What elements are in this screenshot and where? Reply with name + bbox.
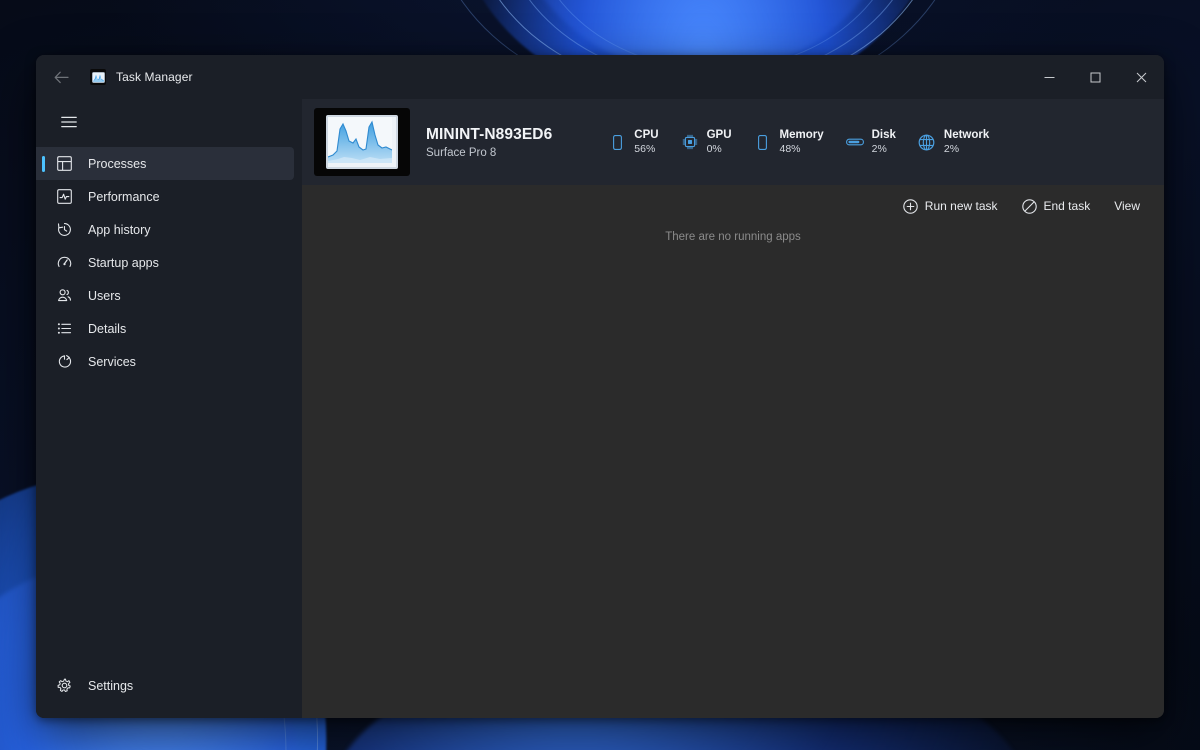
end-task-label: End task [1044, 199, 1091, 213]
run-new-task-label: Run new task [925, 199, 998, 213]
metric-cpu[interactable]: CPU 56% [608, 129, 658, 155]
metric-label: Memory [780, 129, 824, 143]
prohibited-icon [1022, 199, 1037, 214]
sidebar-item-details[interactable]: Details [36, 312, 294, 345]
device-name: MININT-N893ED6 [426, 126, 552, 144]
memory-icon [754, 133, 772, 151]
close-icon[interactable] [1118, 55, 1164, 99]
maximize-icon[interactable] [1072, 55, 1118, 99]
processes-icon [56, 156, 72, 172]
sidebar-item-label: Users [88, 289, 121, 303]
sidebar-item-users[interactable]: Users [36, 279, 294, 312]
users-icon [56, 288, 72, 304]
sidebar-item-label: Processes [88, 157, 146, 171]
cpu-icon [608, 133, 626, 151]
metric-label: Disk [872, 129, 896, 143]
sidebar-item-services[interactable]: Services [36, 345, 294, 378]
performance-icon [56, 189, 72, 205]
sidebar-item-label: Settings [88, 679, 133, 693]
gear-icon [56, 678, 72, 694]
metric-label: CPU [634, 129, 658, 143]
metric-value: 56% [634, 143, 658, 155]
history-icon [56, 222, 72, 238]
hamburger-menu-icon[interactable] [50, 105, 88, 139]
metric-value: 48% [780, 143, 824, 155]
gpu-chip-icon [681, 133, 699, 151]
sidebar-item-processes[interactable]: Processes [36, 147, 294, 180]
sidebar-item-label: Performance [88, 190, 160, 204]
startup-icon [56, 255, 72, 271]
device-info: MININT-N893ED6 Surface Pro 8 [426, 126, 552, 159]
metric-network[interactable]: Network 2% [918, 129, 989, 155]
empty-state-message: There are no running apps [665, 231, 801, 718]
sidebar-item-performance[interactable]: Performance [36, 180, 294, 213]
network-globe-icon [918, 133, 936, 151]
sidebar: Processes Performance [36, 99, 302, 718]
sidebar-item-label: Startup apps [88, 256, 159, 270]
sidebar-spacer [36, 378, 302, 669]
metrics-row: CPU 56% [608, 129, 989, 155]
task-manager-window: Task Manager [36, 55, 1164, 718]
content-area: Run new task End task [302, 185, 1164, 718]
window-title: Task Manager [116, 70, 193, 84]
metric-memory[interactable]: Memory 48% [754, 129, 824, 155]
metric-gpu[interactable]: GPU 0% [681, 129, 732, 155]
sidebar-item-app-history[interactable]: App history [36, 213, 294, 246]
metric-value: 2% [944, 143, 989, 155]
back-arrow-icon[interactable] [44, 62, 78, 92]
sidebar-item-startup-apps[interactable]: Startup apps [36, 246, 294, 279]
end-task-button[interactable]: End task [1012, 194, 1101, 219]
metric-label: GPU [707, 129, 732, 143]
cpu-graph-thumbnail [314, 108, 410, 176]
view-button[interactable]: View [1104, 194, 1150, 218]
sidebar-item-settings[interactable]: Settings [36, 669, 302, 702]
plus-circle-icon [903, 199, 918, 214]
sidebar-item-label: Details [88, 322, 126, 336]
minimize-icon[interactable] [1026, 55, 1072, 99]
window-body: Processes Performance [36, 99, 1164, 718]
sidebar-item-label: App history [88, 223, 151, 237]
sidebar-nav: Processes Performance [36, 147, 302, 378]
metric-label: Network [944, 129, 989, 143]
device-model: Surface Pro 8 [426, 147, 552, 159]
process-list-empty-state: There are no running apps [302, 227, 1164, 718]
metric-value: 0% [707, 143, 732, 155]
view-label: View [1114, 199, 1140, 213]
task-manager-icon [90, 69, 106, 85]
metric-value: 2% [872, 143, 896, 155]
title-bar: Task Manager [36, 55, 1164, 99]
window-controls [1026, 55, 1164, 99]
details-icon [56, 321, 72, 337]
right-pane: MININT-N893ED6 Surface Pro 8 CPU [302, 99, 1164, 718]
action-toolbar: Run new task End task [302, 185, 1164, 227]
desktop-background: Task Manager [0, 0, 1200, 750]
sidebar-item-label: Services [88, 355, 136, 369]
services-icon [56, 354, 72, 370]
disk-icon [846, 133, 864, 151]
device-summary-header: MININT-N893ED6 Surface Pro 8 CPU [302, 99, 1164, 185]
run-new-task-button[interactable]: Run new task [893, 194, 1008, 219]
metric-disk[interactable]: Disk 2% [846, 129, 896, 155]
thumbnail-screen [326, 115, 398, 169]
